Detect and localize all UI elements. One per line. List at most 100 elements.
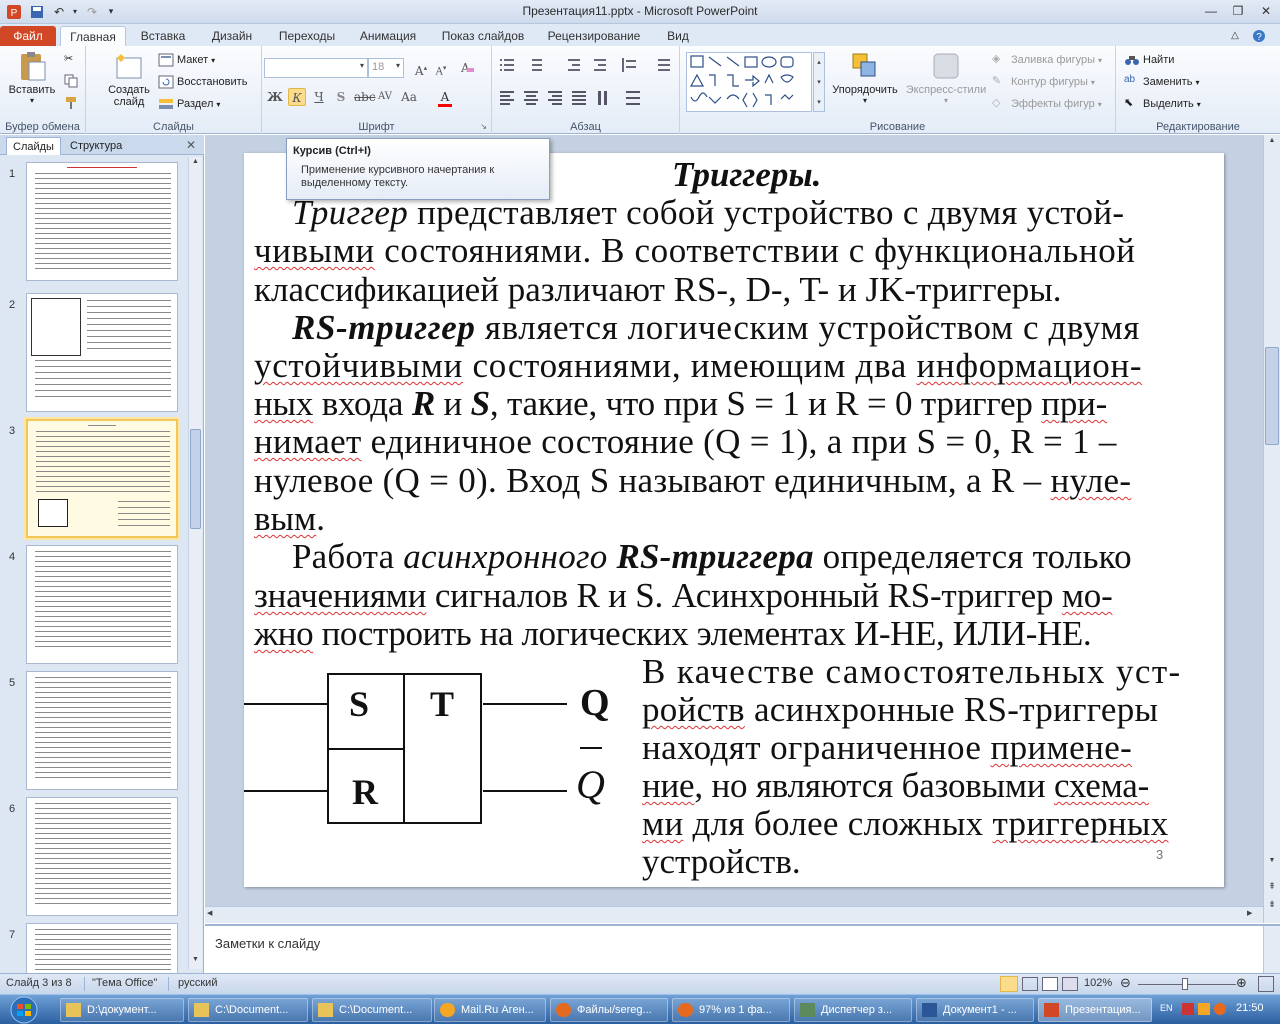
start-button[interactable] <box>4 996 44 1024</box>
help-icon[interactable]: ? <box>1248 26 1270 46</box>
tab-view[interactable]: Вид <box>658 26 698 46</box>
cut-icon[interactable]: ✂ <box>64 52 73 65</box>
taskbar-item-folder[interactable]: C:\Document... <box>188 998 308 1022</box>
rs-trigger-diagram[interactable]: S T R Q Q <box>244 643 634 833</box>
slide-paragraph-4-line-6[interactable]: устройств. <box>642 843 801 881</box>
font-name-combo[interactable]: ▾ <box>264 58 368 78</box>
taskbar-item-task-manager[interactable]: Диспетчер з... <box>794 998 912 1022</box>
close-panel-icon[interactable]: ✕ <box>186 138 196 152</box>
shape-effects-button[interactable]: ◇ Эффекты фигур ▾ <box>992 96 1102 112</box>
find-button[interactable]: Найти <box>1124 52 1174 68</box>
slide-paragraph-4-line-2[interactable]: ройств асинхронные RS-триггеры <box>642 691 1158 729</box>
previous-slide-icon[interactable]: ⇞ <box>1266 881 1278 895</box>
tab-review[interactable]: Рецензирование <box>542 26 646 46</box>
new-slide-button[interactable]: Создать слайд <box>104 50 154 108</box>
slide-paragraph-2-line-4[interactable]: нимает единичное состояние (Q = 1), а пр… <box>254 423 1117 461</box>
shape-fill-button[interactable]: ◈ Заливка фигуры ▾ <box>992 52 1102 68</box>
taskbar-item-folder[interactable]: C:\Document... <box>312 998 432 1022</box>
taskbar-item-word[interactable]: Документ1 - ... <box>916 998 1034 1022</box>
notes-pane[interactable]: Заметки к слайду <box>205 924 1280 973</box>
replace-button[interactable]: ab Заменить ▾ <box>1124 74 1199 90</box>
slide-thumbnail[interactable]: 7 <box>0 923 190 973</box>
font-dialog-launcher-icon[interactable]: ↘ <box>480 122 487 131</box>
restore-icon[interactable]: ❐ <box>1224 0 1252 22</box>
shapes-gallery-scroll[interactable]: ▴ ▾ ▾ <box>813 52 825 112</box>
tab-slides[interactable]: Слайды <box>6 137 61 155</box>
tab-slideshow[interactable]: Показ слайдов <box>436 26 530 46</box>
tab-transitions[interactable]: Переходы <box>272 26 342 46</box>
slide-paragraph-1-line-3[interactable]: классификацией различают RS-, D-, T- и J… <box>254 271 1062 309</box>
select-button[interactable]: ⬉ Выделить ▾ <box>1124 96 1201 112</box>
section-button[interactable]: Раздел ▾ <box>158 96 220 112</box>
italic-icon[interactable]: К <box>288 88 306 106</box>
taskbar-item-powerpoint[interactable]: Презентация... <box>1038 998 1152 1022</box>
fit-to-window-icon[interactable] <box>1258 976 1274 992</box>
slide-paragraph-2-line-2[interactable]: устойчивыми состояниями, имеющим два инф… <box>254 347 1142 385</box>
next-slide-icon[interactable]: ⇟ <box>1266 899 1278 913</box>
tab-file[interactable]: Файл <box>0 26 56 46</box>
language-indicator[interactable]: русский <box>178 977 217 989</box>
slide-paragraph-2-line-6[interactable]: вым. <box>254 500 325 538</box>
taskbar-item-firefox[interactable]: Файлы/sereg... <box>550 998 668 1022</box>
grow-font-icon[interactable]: A▴ <box>412 59 430 78</box>
slides-panel-scrollbar[interactable]: ▲ ▼ <box>188 157 202 969</box>
minimize-icon[interactable]: — <box>1197 0 1225 22</box>
clock[interactable]: 21:50 <box>1236 1002 1264 1014</box>
close-icon[interactable]: ✕ <box>1252 0 1280 22</box>
shapes-gallery[interactable] <box>686 52 812 112</box>
tray-icon[interactable] <box>1214 1003 1226 1015</box>
theme-name[interactable]: "Тема Office" <box>92 977 157 989</box>
copy-icon[interactable] <box>64 74 78 88</box>
slide-paragraph-2-line-5[interactable]: нулевое (Q = 0). Вход S называют единичн… <box>254 462 1131 500</box>
slideshow-view-icon[interactable] <box>1062 977 1078 991</box>
tab-design[interactable]: Дизайн <box>204 26 260 46</box>
quick-styles-button[interactable]: Экспресс-стили ▾ <box>904 50 988 105</box>
shrink-font-icon[interactable]: A▾ <box>432 59 450 77</box>
taskbar-item-folder[interactable]: D:\документ... <box>60 998 184 1022</box>
slide-paragraph-2-line-1[interactable]: RS-триггер является логическим устройств… <box>292 309 1140 347</box>
taskbar-item-download[interactable]: 97% из 1 фа... <box>672 998 790 1022</box>
list-buttons-icon[interactable] <box>498 56 678 76</box>
normal-view-icon[interactable] <box>1000 976 1018 992</box>
slide-title[interactable]: Триггеры. <box>672 156 821 194</box>
layout-button[interactable]: Макет ▾ <box>158 52 215 68</box>
minimize-ribbon-icon[interactable]: △ <box>1228 26 1242 46</box>
slide-horizontal-scrollbar[interactable]: ◀ ▶ <box>205 906 1263 923</box>
font-size-combo[interactable]: 18 ▾ <box>368 58 404 78</box>
tab-home[interactable]: Главная <box>60 26 126 46</box>
alignment-buttons-icon[interactable] <box>498 88 678 108</box>
clear-formatting-icon[interactable]: A <box>458 59 476 77</box>
slide-paragraph-1-line-2[interactable]: чивыми состояниями. В соответствии с фун… <box>254 232 1136 270</box>
slides-panel-scroll-thumb[interactable] <box>190 429 201 529</box>
taskbar-item-mail-agent[interactable]: Mail.Ru Аген... <box>434 998 546 1022</box>
slide-vertical-scrollbar[interactable]: ▲ ▼ ⇞ ⇟ <box>1263 135 1280 923</box>
tab-insert[interactable]: Вставка <box>133 26 193 46</box>
tray-icon[interactable] <box>1182 1003 1194 1015</box>
slide-canvas[interactable]: Триггеры. Триггер представляет собой уст… <box>244 153 1224 887</box>
change-case-icon[interactable]: Aa <box>400 88 418 106</box>
slide-paragraph-4-line-3[interactable]: находят ограниченное примене- <box>642 729 1132 767</box>
tab-animations[interactable]: Анимация <box>352 26 424 46</box>
tab-outline[interactable]: Структура <box>64 137 128 155</box>
strikethrough-icon[interactable]: abc <box>354 88 376 106</box>
zoom-out-icon[interactable]: ⊖ <box>1120 975 1131 991</box>
slide-paragraph-4-line-4[interactable]: ние, но являются базовыми схема- <box>642 767 1149 805</box>
format-painter-icon[interactable] <box>64 96 78 110</box>
language-bar-icon[interactable]: EN <box>1160 1003 1173 1015</box>
slide-sorter-icon[interactable] <box>1022 977 1038 991</box>
slide-scroll-thumb[interactable] <box>1265 347 1279 445</box>
slide-paragraph-4-line-1[interactable]: В качестве самостоятельных уст- <box>642 653 1182 691</box>
zoom-level[interactable]: 102% <box>1084 977 1112 989</box>
character-spacing-icon[interactable]: AV <box>376 88 394 106</box>
zoom-slider-thumb[interactable] <box>1182 978 1188 990</box>
bold-icon[interactable]: Ж <box>266 88 284 106</box>
slide-paragraph-3-line-2[interactable]: значениями сигналов R и S. Асинхронный R… <box>254 577 1113 615</box>
shape-outline-button[interactable]: ✎ Контур фигуры ▾ <box>992 74 1095 90</box>
arrange-button[interactable]: Упорядочить ▾ <box>828 50 902 105</box>
tray-icon[interactable] <box>1198 1003 1210 1015</box>
reading-view-icon[interactable] <box>1042 977 1058 991</box>
slide-paragraph-4-line-5[interactable]: ми для более сложных триггерных <box>642 805 1169 843</box>
reset-button[interactable]: Восстановить <box>158 74 247 90</box>
slide-paragraph-3-line-1[interactable]: Работа асинхронного RS-триггера определя… <box>292 538 1132 576</box>
shadow-icon[interactable]: S <box>332 88 350 106</box>
